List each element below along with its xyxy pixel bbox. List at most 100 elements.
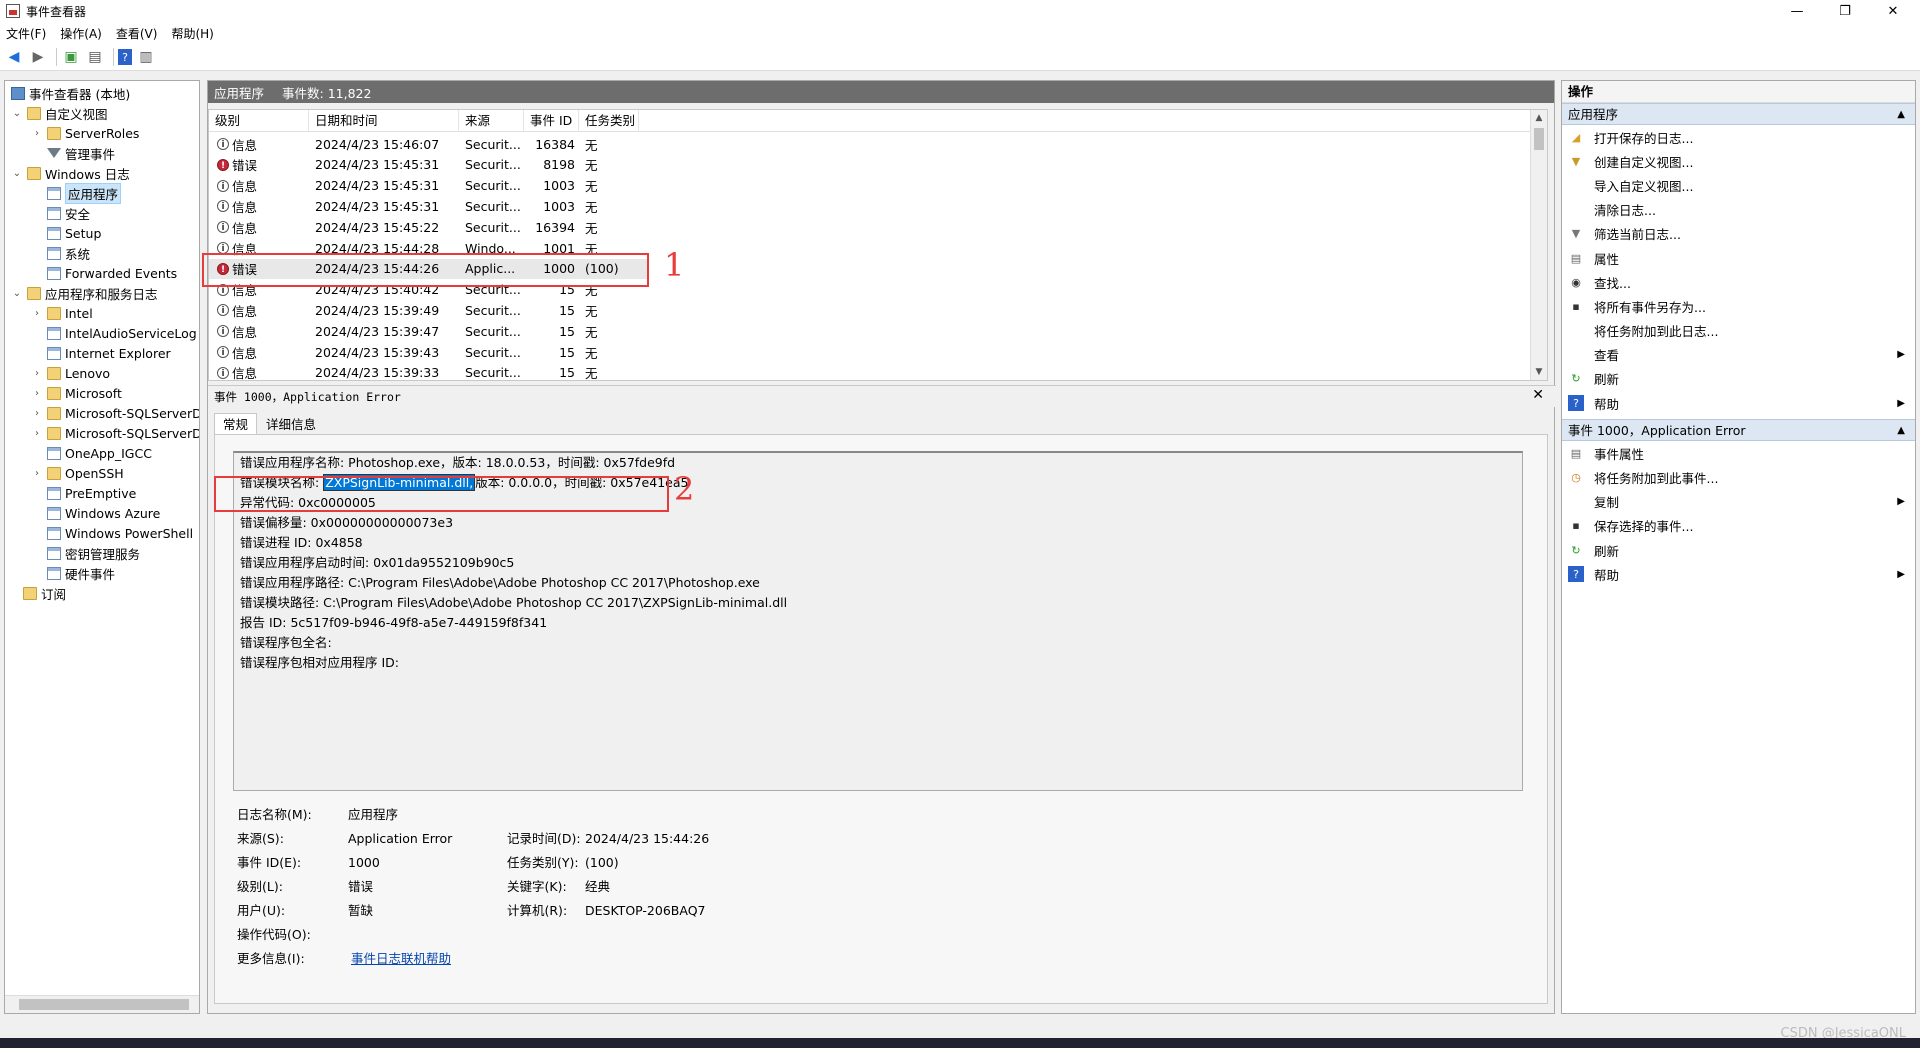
expand-icon[interactable]: ›: [31, 128, 43, 139]
tree-node-sub[interactable]: › OpenSSH: [31, 463, 124, 483]
tree-node-application[interactable]: 应用程序: [31, 182, 122, 204]
tree-node-sub[interactable]: PreEmptive: [31, 483, 136, 503]
tree-node-server-roles[interactable]: › ServerRoles: [31, 123, 139, 143]
level-cell: ! 错误: [209, 155, 309, 174]
action-save-all-events[interactable]: ▪ 将所有事件另存为...: [1562, 294, 1915, 318]
expand-icon[interactable]: ›: [31, 308, 43, 319]
action-event-properties[interactable]: ▤ 事件属性: [1562, 441, 1915, 465]
action-filter-current-log[interactable]: ▼ 筛选当前日志...: [1562, 222, 1915, 246]
actions-section-event[interactable]: 事件 1000，Application Error ▲: [1562, 419, 1915, 442]
table-row[interactable]: i 信息 2024/4/23 15:39:43 Securit... 15 无: [209, 342, 1547, 362]
grid-vertical-scrollbar[interactable]: ▲ ▼: [1530, 110, 1547, 380]
tree-node-system[interactable]: 系统: [31, 243, 90, 263]
tree-node-admin-events[interactable]: 管理事件: [31, 143, 115, 163]
expand-icon[interactable]: ›: [31, 368, 43, 379]
table-row[interactable]: i 信息 2024/4/23 15:39:33 Securit... 15 无: [209, 363, 1547, 380]
event-id-cell: 15: [559, 323, 575, 339]
action-clear-log[interactable]: 清除日志...: [1562, 198, 1915, 222]
tree-node-subscriptions[interactable]: 订阅: [19, 583, 66, 603]
minimize-button[interactable]: —: [1774, 0, 1820, 22]
tab-details[interactable]: 详细信息: [257, 413, 325, 435]
online-help-link[interactable]: 事件日志联机帮助: [351, 949, 451, 969]
scrollbar-thumb[interactable]: [1534, 128, 1544, 150]
help-icon[interactable]: ?: [118, 49, 132, 65]
tree-node-sub[interactable]: 密钥管理服务: [31, 543, 140, 563]
collapse-icon[interactable]: ⌄: [11, 168, 23, 179]
action-properties[interactable]: ▤ 属性: [1562, 246, 1915, 270]
expand-icon[interactable]: ›: [31, 388, 43, 399]
tree-node-app-service-logs[interactable]: ⌄ 应用程序和服务日志: [11, 283, 158, 303]
up-folder-icon[interactable]: ▣: [61, 47, 81, 67]
tree-node-sub[interactable]: IntelAudioServiceLog: [31, 323, 197, 343]
tree-node-sub[interactable]: 硬件事件: [31, 563, 115, 583]
action-attach-task-log[interactable]: 将任务附加到此日志...: [1562, 319, 1915, 343]
column-header-level[interactable]: 级别: [209, 110, 309, 132]
table-row[interactable]: i 信息 2024/4/23 15:39:47 Securit... 15 无: [209, 321, 1547, 341]
collapse-icon[interactable]: ⌄: [11, 108, 23, 119]
action-pane-icon[interactable]: ▥: [136, 47, 156, 67]
tree-node-sub[interactable]: › Lenovo: [31, 363, 110, 383]
tree-node-forwarded-events[interactable]: Forwarded Events: [31, 263, 177, 283]
action-refresh-event[interactable]: ↻ 刷新: [1562, 538, 1915, 562]
action-help-event[interactable]: ? 帮助 ▶: [1562, 562, 1915, 586]
column-header-source[interactable]: 来源: [459, 110, 524, 132]
table-row[interactable]: i 信息 2024/4/23 15:39:49 Securit... 15 无: [209, 300, 1547, 320]
expand-icon[interactable]: ›: [31, 428, 43, 439]
column-header-datetime[interactable]: 日期和时间: [309, 110, 459, 132]
collapse-icon[interactable]: ▲: [1897, 104, 1905, 126]
menu-action[interactable]: 操作(A): [60, 25, 102, 42]
tree-node-root[interactable]: 事件查看器 (本地): [7, 83, 130, 103]
forward-arrow-icon[interactable]: ▶: [28, 47, 48, 67]
actions-section-log[interactable]: 应用程序 ▲: [1562, 103, 1915, 125]
action-find[interactable]: ◉ 查找...: [1562, 270, 1915, 294]
column-header-event-id[interactable]: 事件 ID: [524, 110, 579, 132]
tree-node-sub[interactable]: › Intel: [31, 303, 93, 323]
action-import-custom-view[interactable]: 导入自定义视图...: [1562, 173, 1915, 197]
menu-file[interactable]: 文件(F): [6, 25, 46, 42]
scrollbar-thumb[interactable]: [19, 999, 189, 1010]
tree-node-security[interactable]: 安全: [31, 203, 90, 223]
tab-general[interactable]: 常规: [214, 413, 258, 435]
column-header-task-category[interactable]: 任务类别: [579, 110, 639, 132]
action-attach-task-event[interactable]: ◷ 将任务附加到此事件...: [1562, 465, 1915, 489]
collapse-icon[interactable]: ⌄: [11, 288, 23, 299]
tree-node-sub[interactable]: › Microsoft: [31, 383, 122, 403]
detail-close-icon[interactable]: ✕: [1532, 387, 1544, 403]
tree-node-sub[interactable]: Windows PowerShell: [31, 523, 193, 543]
expand-icon[interactable]: ›: [31, 468, 43, 479]
show-hide-tree-icon[interactable]: ▤: [85, 47, 105, 67]
scroll-up-icon[interactable]: ▲: [1531, 110, 1547, 126]
table-row[interactable]: i 信息 2024/4/23 15:45:22 Securit... 16394 无: [209, 217, 1547, 237]
menu-view[interactable]: 查看(V): [116, 25, 158, 42]
tree-horizontal-scrollbar[interactable]: [5, 995, 199, 1013]
table-row[interactable]: i 信息 2024/4/23 15:45:31 Securit... 1003 无: [209, 196, 1547, 216]
action-save-selected-events[interactable]: ▪ 保存选择的事件...: [1562, 514, 1915, 538]
tree-label: 管理事件: [65, 146, 116, 162]
description-line: 错误偏移量: 0x00000000000073e3: [240, 515, 454, 530]
collapse-icon[interactable]: ▲: [1897, 420, 1905, 442]
action-create-custom-view[interactable]: ▼ 创建自定义视图...: [1562, 149, 1915, 173]
refresh-icon: ↻: [1571, 372, 1581, 386]
tree-node-sub[interactable]: Windows Azure: [31, 503, 160, 523]
table-row[interactable]: i 信息 2024/4/23 15:46:07 Securit... 16384 无: [209, 134, 1547, 154]
tree-node-sub[interactable]: › Microsoft-SQLServerD: [31, 423, 199, 443]
close-button[interactable]: ✕: [1870, 0, 1916, 22]
menu-help[interactable]: 帮助(H): [171, 25, 213, 42]
action-help[interactable]: ? 帮助 ▶: [1562, 391, 1915, 415]
back-arrow-icon[interactable]: ◀: [4, 47, 24, 67]
scroll-down-icon[interactable]: ▼: [1531, 364, 1547, 380]
action-view[interactable]: 查看 ▶: [1562, 343, 1915, 367]
maximize-button[interactable]: ❐: [1822, 0, 1868, 22]
action-copy[interactable]: 复制 ▶: [1562, 490, 1915, 514]
tree-node-sub[interactable]: › Microsoft-SQLServerD: [31, 403, 199, 423]
tree-node-sub[interactable]: Internet Explorer: [31, 343, 171, 363]
expand-icon[interactable]: ›: [31, 408, 43, 419]
action-open-saved-log[interactable]: ◢ 打开保存的日志...: [1562, 125, 1915, 149]
table-row[interactable]: ! 错误 2024/4/23 15:45:31 Securit... 8198 无: [209, 155, 1547, 175]
action-refresh[interactable]: ↻ 刷新: [1562, 367, 1915, 391]
tree-node-windows-logs[interactable]: ⌄ Windows 日志: [11, 163, 130, 183]
table-row[interactable]: i 信息 2024/4/23 15:45:31 Securit... 1003 无: [209, 176, 1547, 196]
tree-node-sub[interactable]: OneApp_IGCC: [31, 443, 152, 463]
tree-node-custom-views[interactable]: ⌄ 自定义视图: [11, 103, 108, 123]
tree-node-setup[interactable]: Setup: [31, 223, 101, 243]
